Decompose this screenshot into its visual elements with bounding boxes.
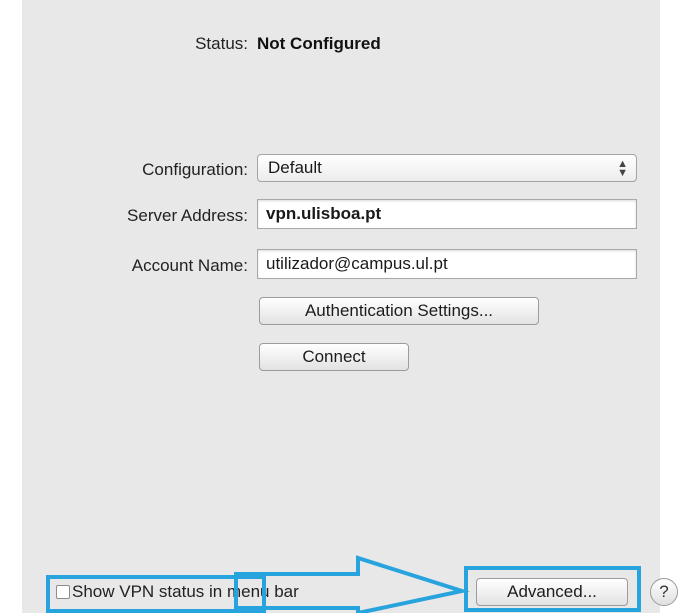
account-name-label: Account Name: — [131, 256, 248, 275]
advanced-button[interactable]: Advanced... — [476, 578, 628, 606]
server-address-field[interactable]: vpn.ulisboa.pt — [257, 199, 637, 229]
configuration-select-value: Default — [268, 158, 322, 177]
configuration-label: Configuration: — [142, 160, 248, 179]
show-vpn-status-label[interactable]: Show VPN status in menu bar — [72, 582, 299, 602]
select-arrows-icon: ▲ ▼ — [617, 158, 628, 179]
status-label: Status: — [195, 34, 248, 53]
server-address-label: Server Address: — [127, 206, 248, 225]
show-vpn-status-checkbox[interactable] — [56, 585, 70, 599]
help-button[interactable]: ? — [650, 578, 678, 606]
configuration-select[interactable]: Default ▲ ▼ — [257, 154, 637, 182]
connect-button[interactable]: Connect — [259, 343, 409, 371]
account-name-field[interactable]: utilizador@campus.ul.pt — [257, 249, 637, 279]
status-value: Not Configured — [257, 34, 381, 53]
authentication-settings-button[interactable]: Authentication Settings... — [259, 297, 539, 325]
